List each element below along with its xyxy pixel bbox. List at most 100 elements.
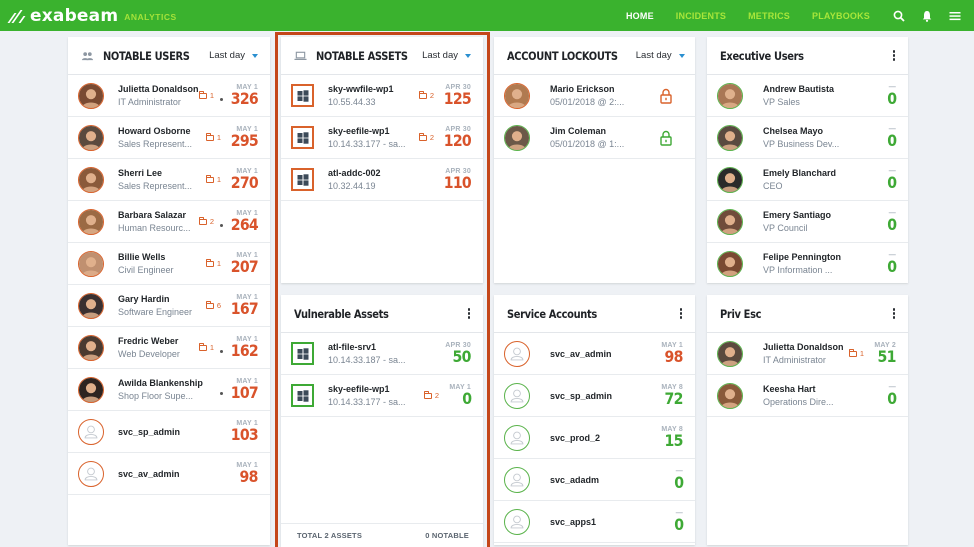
sessions-count-badge[interactable]: 2 <box>198 217 214 226</box>
nav-playbooks[interactable]: PLAYBOOKS <box>812 11 870 21</box>
avatar <box>78 208 104 235</box>
asset-row[interactable]: atl-addc-002 10.32.44.19 APR 30 110 <box>281 159 483 201</box>
asset-name[interactable]: sky-wwfile-wp1 <box>328 84 419 94</box>
service-account-row[interactable]: svc_av_admin MAY 1 98 <box>494 333 695 375</box>
user-name[interactable]: Emery Santiago <box>763 210 870 220</box>
time-range-dropdown[interactable]: Last day <box>636 50 685 61</box>
asset-row[interactable]: sky-eefile-wp1 10.14.33.177 - sa... 2 APR 3… <box>281 117 483 159</box>
notable-assets-count: 0 NOTABLE <box>425 531 469 540</box>
default-user-icon <box>510 389 524 402</box>
account-name[interactable]: svc_adadm <box>550 475 657 485</box>
user-row[interactable]: svc_av_admin MAY 1 98 <box>68 453 270 495</box>
executive-user-row[interactable]: Emely Blanchard CEO —0 <box>707 159 908 201</box>
user-name[interactable]: svc_av_admin <box>118 469 232 479</box>
sessions-count-badge[interactable]: 1 <box>205 259 221 268</box>
more-options-icon[interactable] <box>892 48 896 63</box>
user-name[interactable]: Jim Coleman <box>550 126 659 136</box>
user-row[interactable]: Julietta Donaldson IT Administrator 1 MAY 1… <box>68 75 270 117</box>
user-name[interactable]: Emely Blanchard <box>763 168 870 178</box>
unlocked-icon[interactable] <box>659 130 673 146</box>
user-name[interactable]: Gary Hardin <box>118 294 206 304</box>
lockout-row[interactable]: Jim Coleman 05/01/2018 @ 1:... <box>494 117 695 159</box>
sessions-count-badge[interactable]: 2 <box>423 391 439 400</box>
user-name[interactable]: Barbara Salazar <box>118 210 199 220</box>
sessions-count-badge[interactable]: 2 <box>418 133 434 142</box>
menu-icon[interactable] <box>948 9 962 23</box>
user-row[interactable]: Fredric Weber Web Developer 1 MAY 1 162 <box>68 327 270 369</box>
service-account-row[interactable]: svc_adadm —0 <box>494 459 695 501</box>
lockout-row[interactable]: Mario Erickson 05/01/2018 @ 2:... <box>494 75 695 117</box>
user-name[interactable]: Awilda Blankenship <box>118 378 220 388</box>
panel-header: Priv Esc <box>707 295 908 333</box>
user-name[interactable]: Keesha Hart <box>763 384 870 394</box>
user-row[interactable]: Gary Hardin Software Engineer 6 MAY 1 167 <box>68 285 270 327</box>
sessions-count-badge[interactable]: 1 <box>205 133 221 142</box>
service-account-row[interactable]: svc_apps1—0 <box>494 501 695 543</box>
asset-row[interactable]: atl-file-srv1 10.14.33.187 - sa... APR 30 5… <box>281 333 483 375</box>
user-name[interactable]: Howard Osborne <box>118 126 206 136</box>
user-name[interactable]: Andrew Bautista <box>763 84 870 94</box>
score-value: 107 <box>230 383 259 402</box>
sessions-count-badge[interactable]: 1 <box>205 175 221 184</box>
asset-name[interactable]: atl-addc-002 <box>328 168 440 178</box>
more-options-icon[interactable] <box>467 306 471 321</box>
account-name[interactable]: svc_apps1 <box>550 517 657 527</box>
account-name[interactable]: svc_av_admin <box>550 349 657 359</box>
account-info: svc_adadm <box>550 475 657 485</box>
user-row[interactable]: Howard Osborne Sales Represent... 1 MAY 1 29… <box>68 117 270 159</box>
exabeam-logo[interactable]: exabeam ANALYTICS <box>7 6 177 26</box>
executive-user-row[interactable]: Andrew Bautista VP Sales —0 <box>707 75 908 117</box>
asset-row[interactable]: sky-eefile-wp1 10.14.33.177 - sa... 2 MAY 1… <box>281 375 483 417</box>
sessions-count-badge[interactable]: 1 <box>848 349 864 358</box>
service-account-row[interactable]: svc_sp_admin MAY 8 72 <box>494 375 695 417</box>
nav-incidents[interactable]: INCIDENTS <box>676 11 726 21</box>
sessions-count-badge[interactable]: 2 <box>418 91 434 100</box>
lockout-info: Jim Coleman 05/01/2018 @ 1:... <box>550 126 659 149</box>
asset-name[interactable]: sky-eefile-wp1 <box>328 126 419 136</box>
sessions-count: 2 <box>429 91 434 100</box>
asset-name[interactable]: sky-eefile-wp1 <box>328 384 424 394</box>
risk-score: MAY 1 107 <box>227 378 259 402</box>
user-info: Felipe Pennington VP Information ... <box>763 252 870 275</box>
user-name[interactable]: Felipe Pennington <box>763 252 870 262</box>
user-title: Sales Represent... <box>118 181 193 191</box>
priv-esc-row[interactable]: Julietta Donaldson IT Administrator 1 MAY 2… <box>707 333 908 375</box>
user-name[interactable]: Fredric Weber <box>118 336 199 346</box>
sessions-count-badge[interactable]: 1 <box>198 91 214 100</box>
more-options-icon[interactable] <box>892 306 896 321</box>
user-row[interactable]: Barbara Salazar Human Resourc... 2 MAY 1 264 <box>68 201 270 243</box>
risk-score: MAY 8 72 <box>657 384 683 407</box>
user-name[interactable]: Billie Wells <box>118 252 206 262</box>
user-row[interactable]: Sherri Lee Sales Represent... 1 MAY 1 270 <box>68 159 270 201</box>
search-icon[interactable] <box>892 9 906 23</box>
service-account-row[interactable]: svc_prod_2 MAY 8 15 <box>494 417 695 459</box>
sessions-count-badge[interactable]: 6 <box>205 301 221 310</box>
user-name[interactable]: Julietta Donaldson <box>763 342 849 352</box>
user-name[interactable]: svc_sp_admin <box>118 427 227 437</box>
user-name[interactable]: Mario Erickson <box>550 84 659 94</box>
user-row[interactable]: svc_sp_admin MAY 1 103 <box>68 411 270 453</box>
bell-icon[interactable] <box>920 9 934 23</box>
risk-score: MAY 1 103 <box>227 420 259 443</box>
user-name[interactable]: Julietta Donaldson <box>118 84 199 94</box>
executive-user-row[interactable]: Emery Santiago VP Council —0 <box>707 201 908 243</box>
more-options-icon[interactable] <box>679 306 683 321</box>
account-name[interactable]: svc_prod_2 <box>550 433 657 443</box>
user-row[interactable]: Billie Wells Civil Engineer 1 MAY 1 207 <box>68 243 270 285</box>
account-name[interactable]: svc_sp_admin <box>550 391 657 401</box>
time-range-dropdown[interactable]: Last day <box>209 50 258 61</box>
sessions-count-badge[interactable]: 1 <box>198 343 214 352</box>
executive-user-row[interactable]: Felipe Pennington VP Information ... —0 <box>707 243 908 285</box>
priv-esc-row[interactable]: Keesha Hart Operations Dire... —0 <box>707 375 908 417</box>
nav-metrics[interactable]: METRICS <box>748 11 790 21</box>
user-row[interactable]: Awilda Blankenship Shop Floor Supe... MAY … <box>68 369 270 411</box>
executive-user-row[interactable]: Chelsea Mayo VP Business Dev... —0 <box>707 117 908 159</box>
user-name[interactable]: Chelsea Mayo <box>763 126 870 136</box>
user-name[interactable]: Sherri Lee <box>118 168 206 178</box>
asset-row[interactable]: sky-wwfile-wp1 10.55.44.33 2 APR 30 125 <box>281 75 483 117</box>
score-value: 270 <box>230 173 259 192</box>
asset-name[interactable]: atl-file-srv1 <box>328 342 445 352</box>
time-range-dropdown[interactable]: Last day <box>422 50 471 61</box>
nav-home[interactable]: HOME <box>626 11 654 21</box>
locked-icon[interactable] <box>659 88 673 104</box>
